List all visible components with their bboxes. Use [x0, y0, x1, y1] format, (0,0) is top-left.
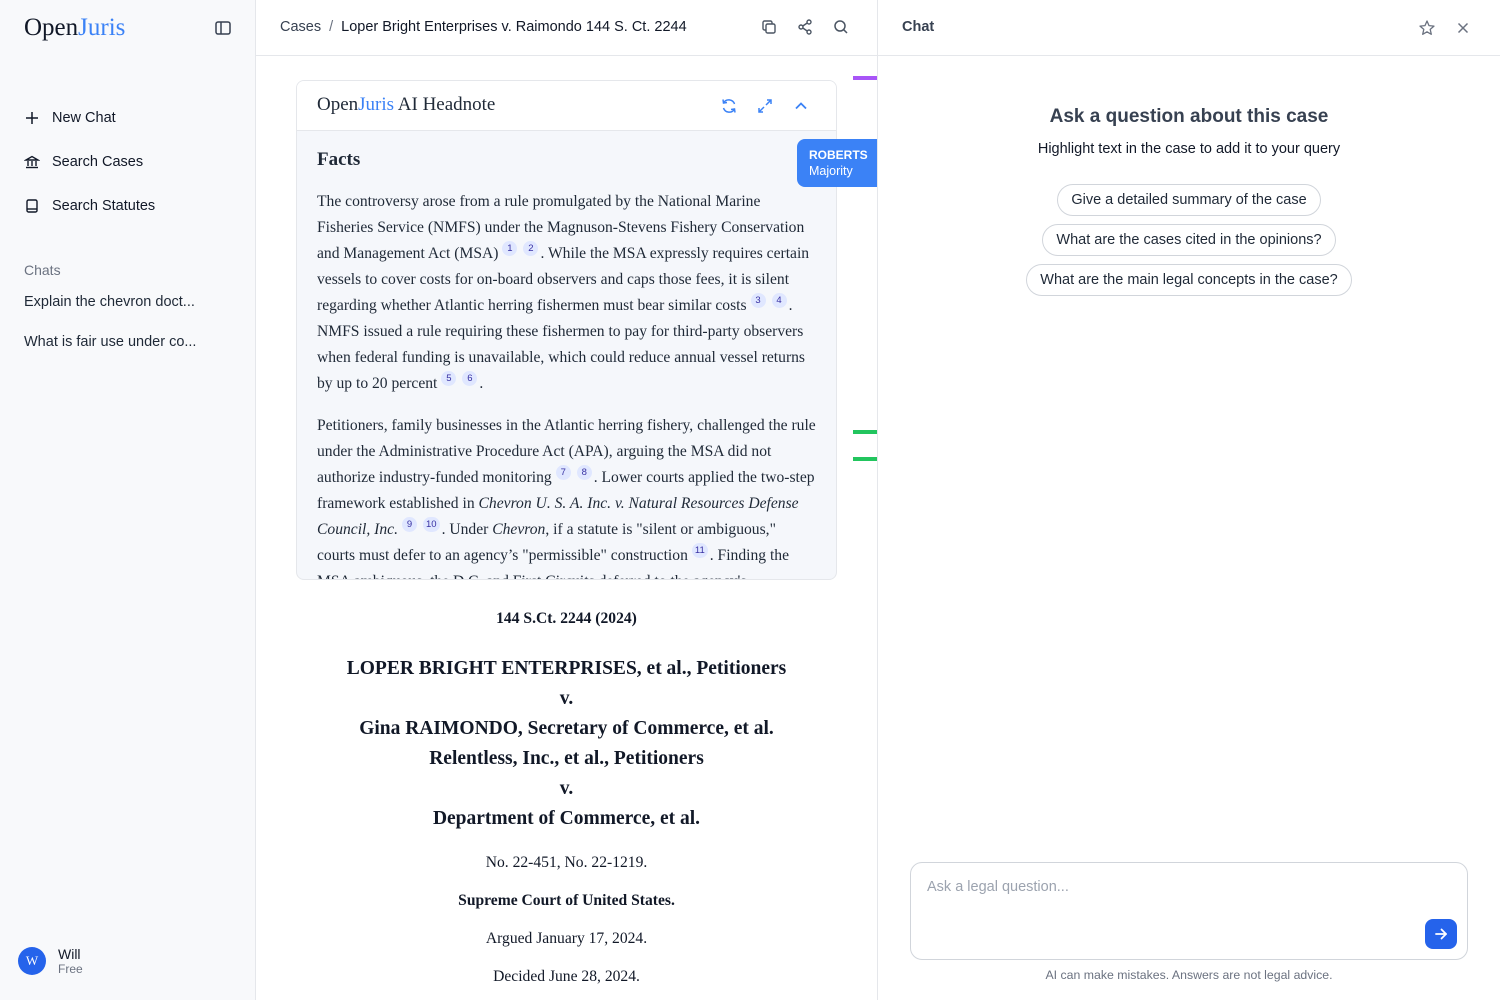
citation-badge[interactable]: 10 [422, 517, 440, 532]
case-docket: No. 22-451, No. 22-1219. [485, 854, 648, 871]
chat-input-box [910, 862, 1468, 960]
search-icon[interactable] [832, 18, 850, 36]
copy-icon[interactable] [760, 18, 778, 36]
party-line: LOPER BRIGHT ENTERPRISES, et al., Petiti… [346, 658, 787, 679]
citation-badge[interactable]: 8 [576, 465, 592, 480]
user-plan: Free [58, 962, 83, 976]
logo-juris-text: Juris [78, 14, 126, 41]
party-line: Gina RAIMONDO, Secretary of Commerce, et… [359, 718, 774, 739]
chat-title: Chat [902, 19, 935, 35]
suggested-questions: Give a detailed summary of the case What… [878, 184, 1500, 296]
opinion-judge: ROBERTS [809, 148, 868, 162]
plus-icon [24, 110, 40, 126]
headnote-paragraph: The controversy arose from a rule promul… [317, 189, 816, 397]
headnote-body: Facts The controversy arose from a rule … [297, 131, 836, 579]
user-profile[interactable]: W Will Free [18, 946, 83, 976]
chevron-up-icon[interactable] [792, 97, 810, 115]
headnote-header: OpenJuris AI Headnote [297, 81, 836, 131]
chat-history-item[interactable]: What is fair use under co... [24, 334, 224, 358]
share-icon[interactable] [796, 18, 814, 36]
send-button[interactable] [1425, 919, 1457, 949]
case-parties: LOPER BRIGHT ENTERPRISES, et al., Petiti… [296, 654, 837, 834]
breadcrumb-current: Loper Bright Enterprises v. Raimondo 144… [341, 19, 687, 35]
citation-badge[interactable]: 1 [502, 241, 518, 256]
avatar: W [18, 947, 46, 975]
new-chat-button[interactable]: New Chat [24, 104, 234, 132]
citation-badge[interactable]: 7 [555, 465, 571, 480]
scroll-marker-green[interactable] [853, 457, 877, 461]
headnote-brand-open: Open [317, 94, 359, 115]
arrow-right-icon [1435, 928, 1447, 940]
suggestion-button[interactable]: Give a detailed summary of the case [1057, 184, 1321, 216]
citation-badge[interactable]: 4 [771, 293, 787, 308]
opinion-role: Majority [809, 164, 853, 178]
search-cases-button[interactable]: Search Cases [24, 148, 234, 176]
party-line: Department of Commerce, et al. [432, 808, 701, 829]
party-line: Relentless, Inc., et al., Petitioners [429, 748, 704, 769]
case-name-italic: Chevron [492, 521, 546, 538]
citation-badge[interactable]: 11 [691, 543, 708, 558]
citation-badge[interactable]: 3 [750, 293, 766, 308]
bank-icon [24, 154, 40, 170]
sidebar-toggle-icon[interactable] [214, 19, 232, 37]
chats-section-title: Chats [24, 262, 61, 278]
case-argued-date: Argued January 17, 2024. [485, 930, 648, 947]
refresh-icon[interactable] [720, 97, 738, 115]
breadcrumb: Cases / Loper Bright Enterprises v. Raimon… [280, 19, 687, 35]
opinion-author-tab[interactable]: ROBERTS Majority [797, 139, 877, 187]
search-statutes-label: Search Statutes [52, 198, 156, 214]
headnote-text: . Under [441, 521, 493, 538]
ai-disclaimer: AI can make mistakes. Answers are not le… [1045, 968, 1333, 982]
citation-badge[interactable]: 9 [401, 517, 417, 532]
headnote-title: OpenJuris AI Headnote [317, 94, 495, 116]
scroll-marker-purple[interactable] [853, 76, 877, 80]
party-line: v. [559, 778, 574, 799]
book-icon [24, 198, 40, 214]
breadcrumb-cases-link[interactable]: Cases [280, 19, 321, 35]
headnote-actions [720, 97, 810, 115]
search-statutes-button[interactable]: Search Statutes [24, 192, 234, 220]
chat-empty-title: Ask a question about this case [1049, 106, 1329, 127]
case-document: 144 S.Ct. 2244 (2024) LOPER BRIGHT ENTER… [296, 600, 837, 986]
case-reporter-citation: 144 S.Ct. 2244 (2024) [496, 610, 637, 627]
headnote-text: . [479, 375, 484, 392]
case-view: Cases / Loper Bright Enterprises v. Raimon… [256, 0, 878, 1000]
breadcrumb-separator: / [329, 19, 334, 35]
ai-headnote-panel: OpenJuris AI Headnote Facts The controve… [296, 80, 837, 580]
headnote-brand-suffix: AI Headnote [394, 94, 496, 115]
citation-badge[interactable]: 2 [523, 241, 539, 256]
citation-badge[interactable]: 5 [441, 371, 457, 386]
search-cases-label: Search Cases [52, 154, 144, 170]
headnote-brand-juris: Juris [358, 94, 395, 115]
party-line: v. [559, 688, 574, 709]
user-name: Will [58, 946, 81, 962]
openjuris-logo[interactable]: OpenJuris [24, 14, 125, 42]
chat-header: Chat [878, 0, 1500, 56]
chat-history-item[interactable]: Explain the chevron doct... [24, 294, 224, 318]
expand-icon[interactable] [756, 97, 774, 115]
sidebar: OpenJuris New Chat Search Cases Search S… [0, 0, 256, 1000]
headnote-section-heading: Facts [317, 149, 361, 170]
suggestion-button[interactable]: What are the main legal concepts in the … [1026, 264, 1352, 296]
close-icon[interactable] [1454, 19, 1472, 37]
headnote-paragraph: Petitioners, family businesses in the At… [317, 413, 816, 579]
scroll-marker-green[interactable] [853, 430, 877, 434]
case-topbar: Cases / Loper Bright Enterprises v. Raimon… [256, 0, 877, 56]
chat-header-actions [1418, 19, 1472, 37]
citation-badge[interactable]: 6 [462, 371, 478, 386]
case-decided-date: Decided June 28, 2024. [493, 968, 640, 985]
case-toolbar [760, 18, 850, 36]
new-chat-label: New Chat [52, 110, 116, 126]
chat-empty-subtitle: Highlight text in the case to add it to … [1037, 141, 1341, 157]
chat-history-list: Explain the chevron doct... What is fair… [24, 294, 224, 374]
suggestion-button[interactable]: What are the cases cited in the opinions… [1042, 224, 1336, 256]
chat-input[interactable] [927, 879, 1427, 919]
logo-open-text: Open [24, 14, 79, 41]
sidebar-nav: New Chat Search Cases Search Statutes [24, 104, 234, 236]
case-court: Supreme Court of United States. [458, 892, 675, 909]
star-icon[interactable] [1418, 19, 1436, 37]
chat-panel: Chat Ask a question about this case High… [878, 0, 1500, 1000]
